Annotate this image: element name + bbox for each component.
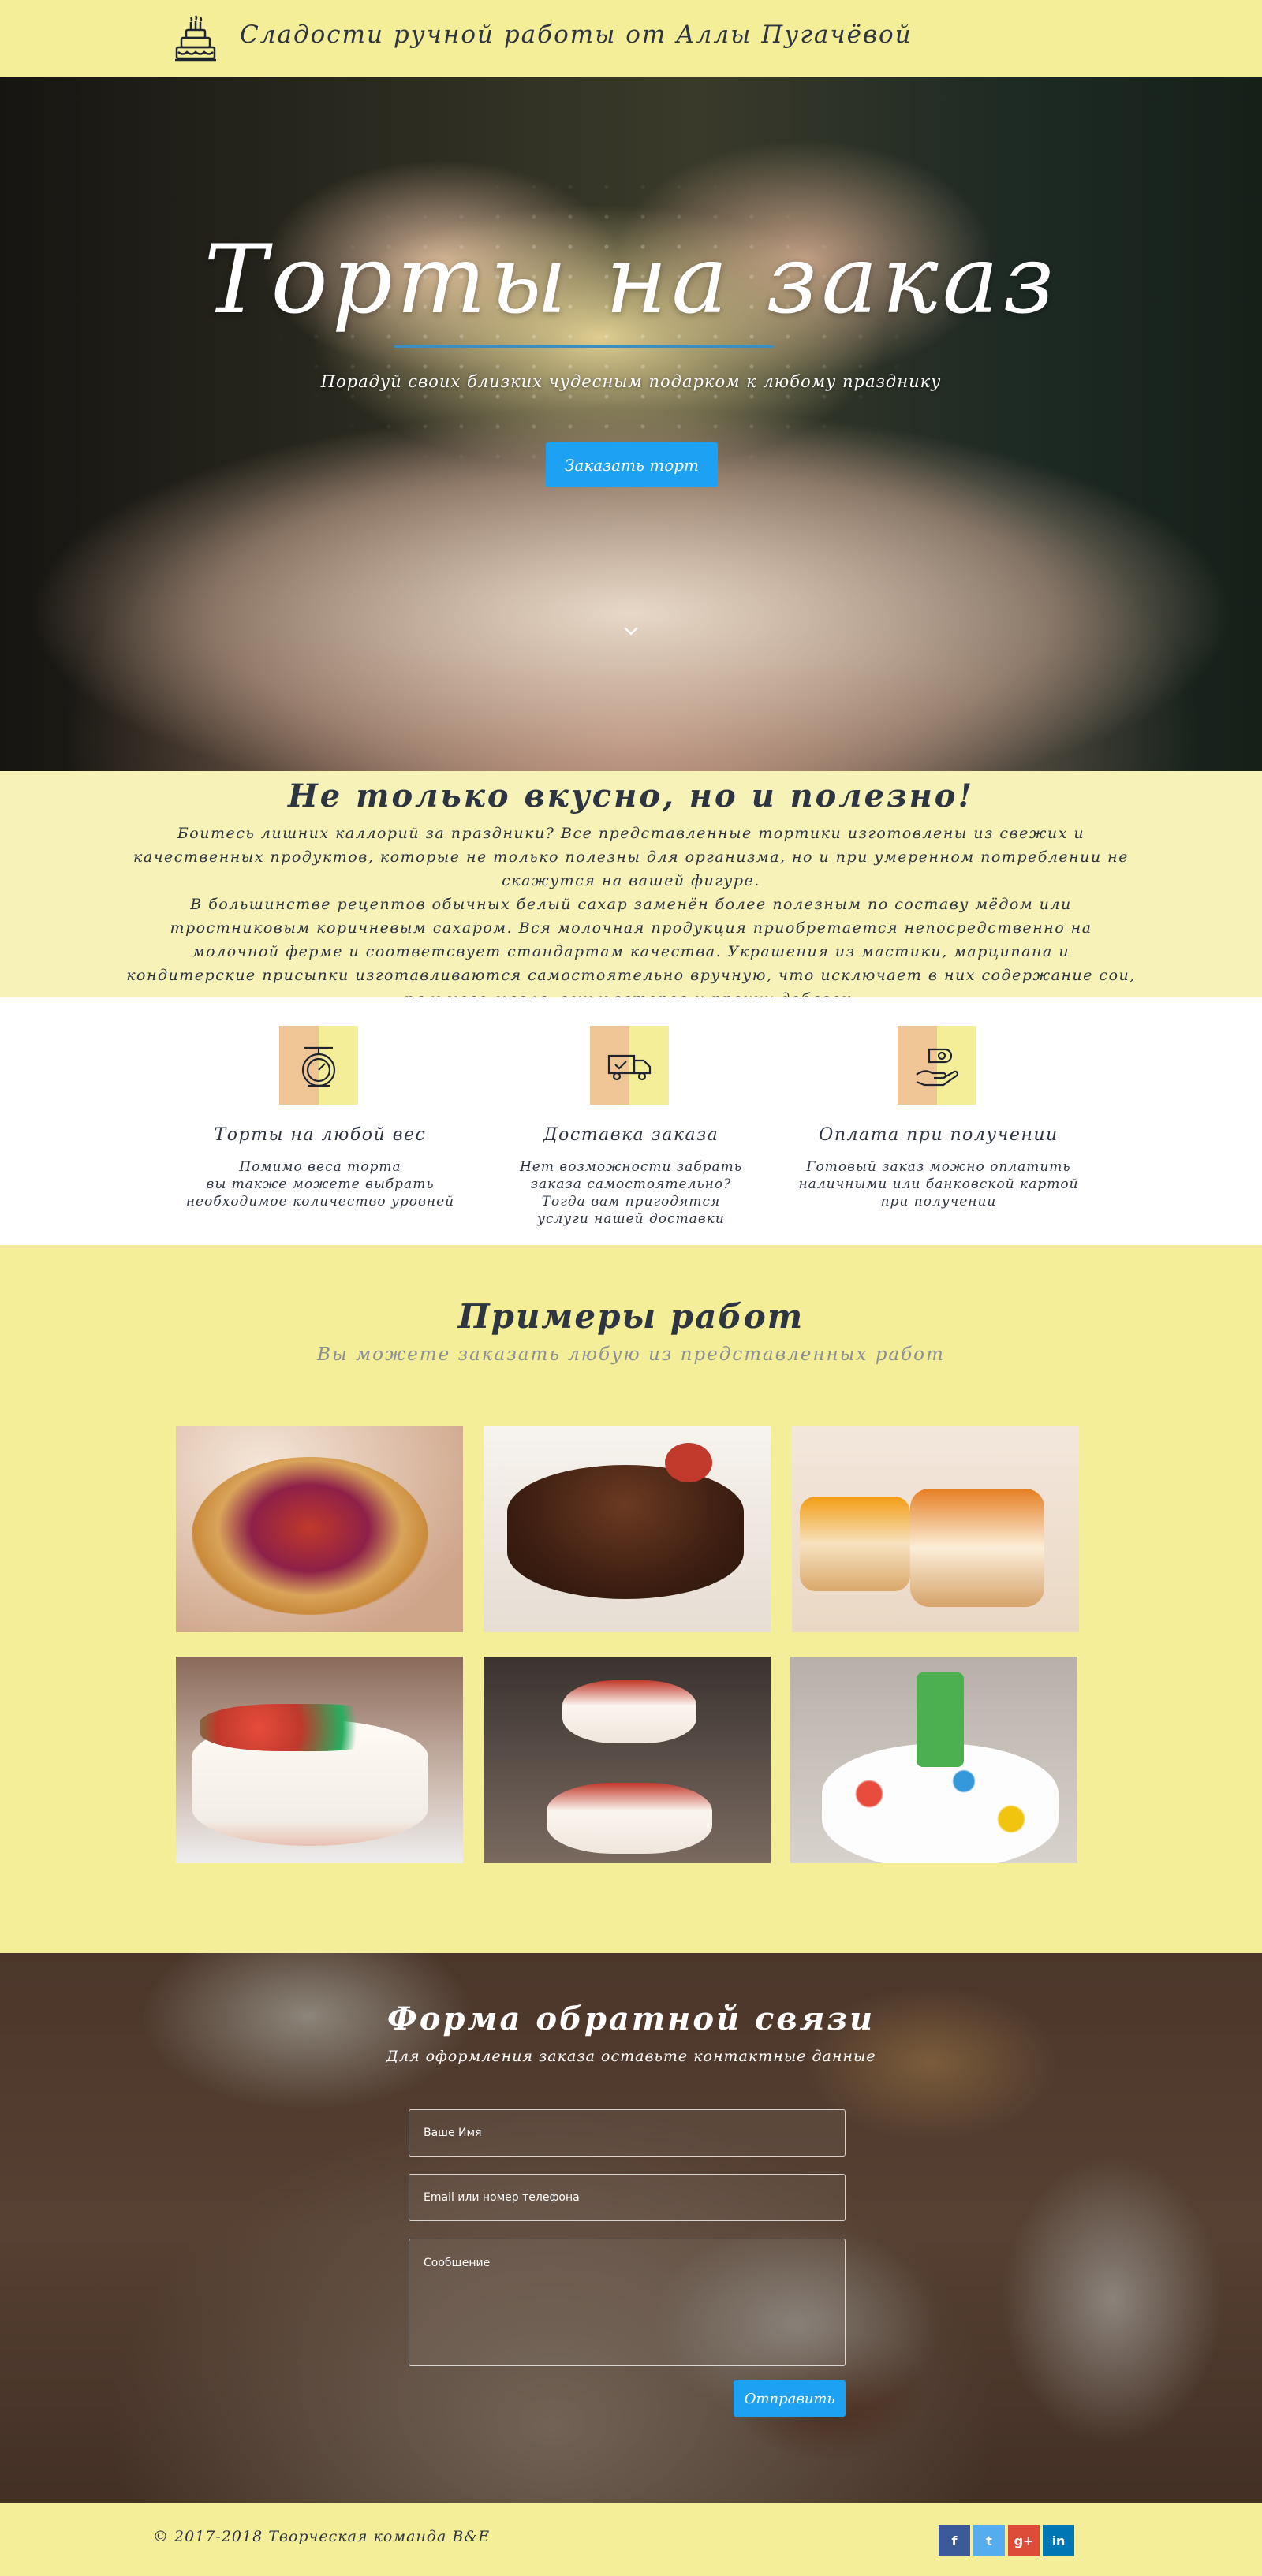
feature-title: Доставка заказа [543,1125,719,1145]
features-section: Торты на любой вес Помимо веса торта вы … [0,997,1262,1245]
contact-subtitle: Для оформления заказа оставьте контактны… [386,2048,876,2065]
chocolate-cake-photo[interactable] [484,1426,771,1632]
hero-title: Торты на заказ [203,226,1059,335]
chevron-down-icon[interactable] [622,621,640,640]
message-textarea[interactable] [409,2239,846,2366]
delivery-truck-icon [590,1026,669,1105]
works-subtitle: Вы можете заказать любую из представленн… [317,1344,945,1365]
copyright-text: © 2017-2018 Творческая команда B&E [153,2528,491,2545]
works-title: Примеры работ [457,1297,805,1336]
email-or-phone-input[interactable] [409,2174,846,2221]
payment-hand-icon [898,1026,976,1105]
twitter-icon[interactable]: t [973,2525,1005,2556]
about-paragraph-1: Боитесь лишних каллорий за праздники? Вс… [133,825,1129,889]
hero-subtitle: Порадуй своих близких чудесным подарком … [320,372,942,391]
cheesecakes-photo[interactable] [792,1426,1079,1632]
contact-section: Форма обратной связи Для оформления зака… [0,1953,1262,2503]
linkedin-icon[interactable]: in [1043,2525,1074,2556]
send-button[interactable]: Отправить [734,2380,846,2417]
feature-title: Торты на любой вес [214,1125,427,1145]
birthday-cake-photo[interactable] [790,1657,1077,1863]
tiered-berry-cake-photo[interactable] [484,1657,771,1863]
about-section: Не только вкусно, но и полезно! Боитесь … [0,771,1262,1008]
scale-icon [279,1026,358,1105]
brand-name[interactable]: Сладости ручной работы от Аллы Пугачёвой [240,21,913,49]
google-plus-icon[interactable]: g+ [1008,2525,1040,2556]
hero-divider [394,345,775,348]
works-section: Примеры работ Вы можете заказать любую и… [0,1245,1262,1953]
site-footer: © 2017-2018 Творческая команда B&E f t g… [0,2503,1262,2576]
berry-tart-photo[interactable] [176,1426,463,1632]
feature-text: Нет возможности забрать заказа самостоят… [519,1159,743,1227]
order-cake-button[interactable]: Заказать торт [546,442,718,487]
facebook-icon[interactable]: f [939,2525,970,2556]
feature-text: Готовый заказ можно оплатить наличными и… [798,1159,1079,1210]
site-header: Сладости ручной работы от Аллы Пугачёвой [0,0,1262,77]
flower-cake-photo[interactable] [176,1657,463,1863]
about-title: Не только вкусно, но и полезно! [287,777,974,815]
feature-title: Оплата при получении [819,1125,1059,1145]
feature-text: Помимо веса торта вы также можете выбрат… [185,1159,455,1210]
hero-background-image [0,77,1262,771]
hero-section: Торты на заказ Порадуй своих близких чуд… [0,77,1262,771]
contact-title: Форма обратной связи [386,2000,876,2037]
about-paragraph-2: В большинстве рецептов обычных белый сах… [126,896,1136,1008]
cake-icon[interactable] [170,11,221,65]
name-input[interactable] [409,2109,846,2157]
